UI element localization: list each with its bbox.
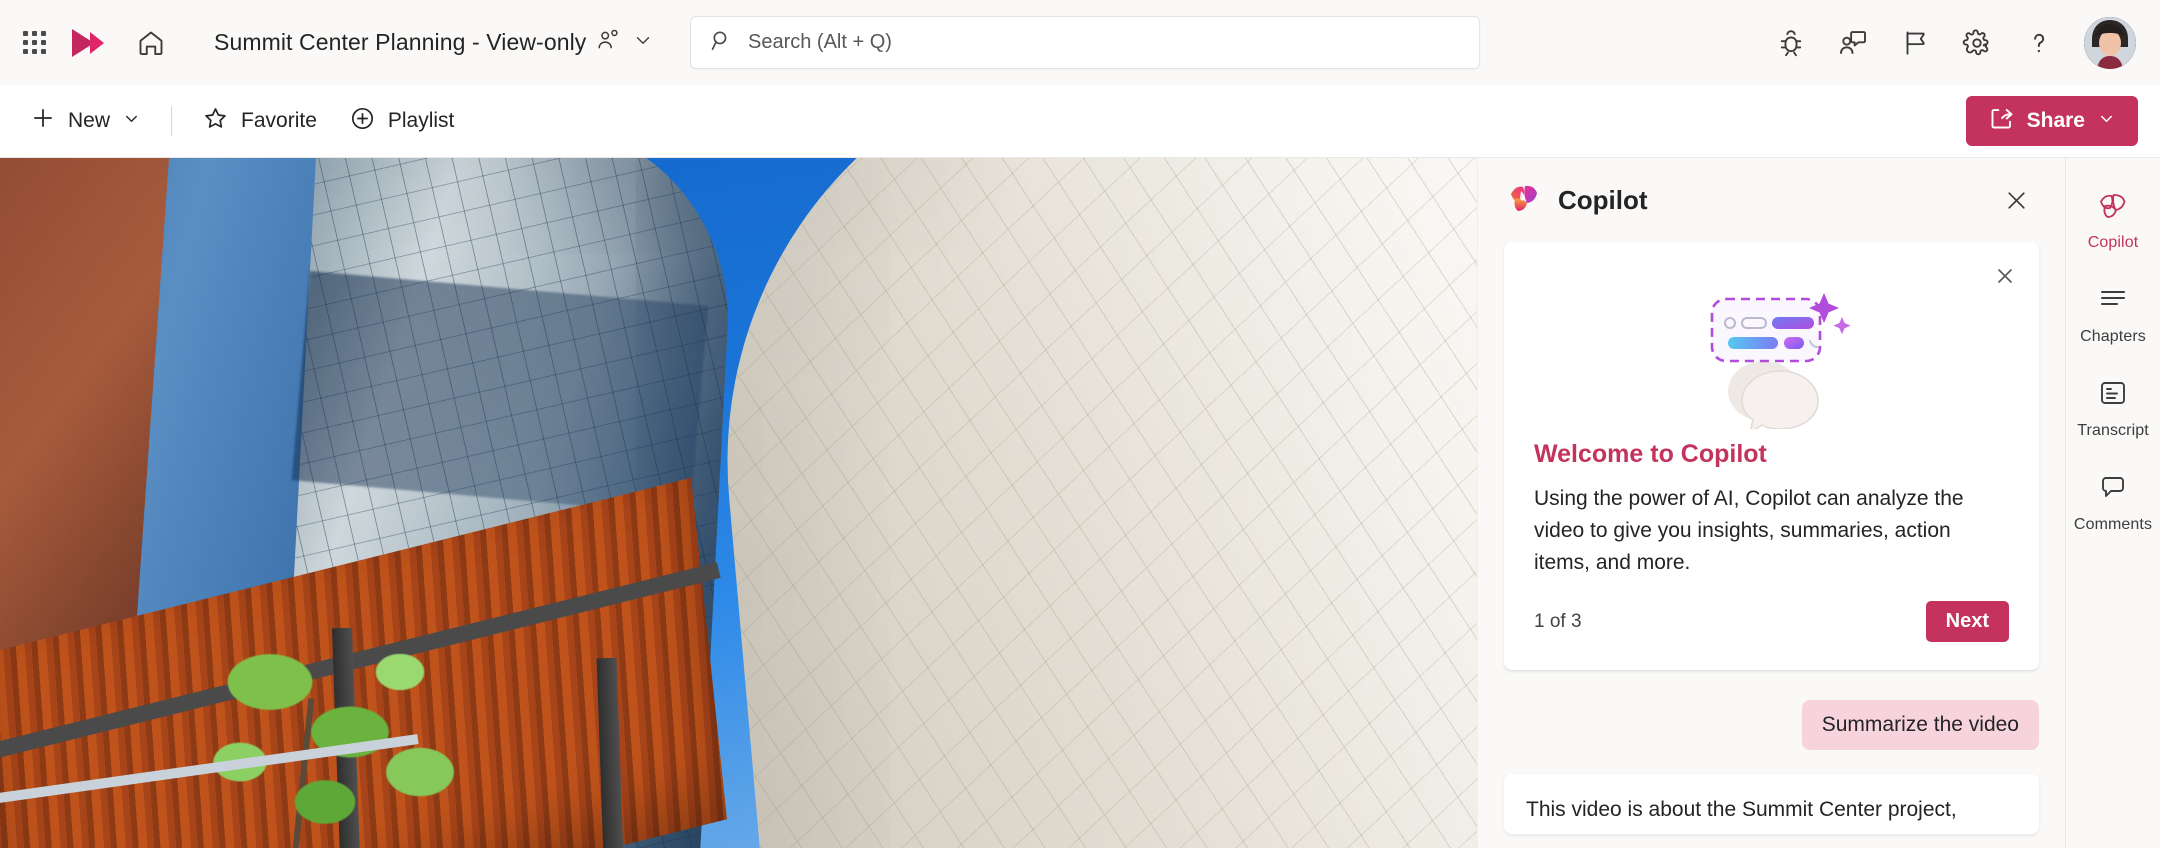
sidebar-item-label: Copilot bbox=[2087, 234, 2139, 251]
search-container bbox=[690, 16, 1480, 69]
chevron-down-icon[interactable] bbox=[632, 29, 654, 56]
home-icon[interactable] bbox=[124, 16, 178, 70]
command-divider bbox=[171, 106, 173, 136]
add-circle-icon bbox=[349, 105, 376, 138]
copilot-conversation[interactable]: Welcome to Copilot Using the power of AI… bbox=[1478, 242, 2065, 848]
search-icon bbox=[709, 28, 734, 58]
user-message-bubble: Summarize the video bbox=[1801, 700, 2039, 750]
app-launcher-icon[interactable] bbox=[10, 19, 58, 67]
assistant-message-bubble: This video is about the Summit Center pr… bbox=[1504, 774, 2039, 834]
favorite-button[interactable]: Favorite bbox=[186, 97, 333, 145]
copilot-panel-title: Copilot bbox=[1558, 184, 1648, 215]
close-icon[interactable] bbox=[1993, 177, 2039, 223]
command-bar: New Favorite Playlist Share bbox=[0, 85, 2160, 158]
tower-shadow-band bbox=[291, 270, 709, 516]
chat-message-assistant: This video is about the Summit Center pr… bbox=[1504, 774, 2039, 834]
welcome-card-footer: 1 of 3 Next bbox=[1534, 601, 2009, 642]
facade-tile-grid bbox=[692, 158, 1477, 848]
chapters-icon bbox=[2096, 282, 2130, 321]
content-area: Copilot Welcome to Copilot Using the pow… bbox=[0, 158, 2160, 848]
stream-logo-icon[interactable] bbox=[58, 26, 118, 60]
copilot-welcome-illustration bbox=[1534, 268, 2009, 440]
shared-people-icon bbox=[596, 27, 622, 58]
welcome-card-body: Using the power of AI, Copilot can analy… bbox=[1534, 487, 1964, 574]
document-title[interactable]: Summit Center Planning - View-only bbox=[206, 21, 662, 64]
chevron-down-icon bbox=[2097, 109, 2116, 134]
new-button[interactable]: New bbox=[14, 97, 157, 145]
chat-message-user: Summarize the video bbox=[1504, 700, 2039, 750]
flag-icon[interactable] bbox=[1888, 16, 1942, 70]
playlist-button[interactable]: Playlist bbox=[333, 97, 471, 145]
comment-icon bbox=[2096, 470, 2130, 509]
welcome-card-counter: 1 of 3 bbox=[1534, 610, 1582, 632]
share-button-label: Share bbox=[2026, 109, 2085, 132]
star-icon bbox=[202, 105, 229, 138]
copilot-panel: Copilot Welcome to Copilot Using the pow… bbox=[1477, 158, 2065, 848]
share-button[interactable]: Share bbox=[1965, 96, 2138, 146]
sidebar-item-label: Chapters bbox=[2080, 328, 2146, 345]
next-button[interactable]: Next bbox=[1925, 601, 2009, 642]
sidebar-item-comments[interactable]: Comments bbox=[2070, 458, 2156, 542]
new-button-label: New bbox=[68, 109, 111, 132]
avatar[interactable] bbox=[2084, 16, 2136, 69]
app-launcher-grid bbox=[22, 31, 46, 54]
sidebar-item-transcript[interactable]: Transcript bbox=[2070, 364, 2156, 448]
share-icon bbox=[1988, 105, 2015, 138]
top-navigation-bar: Summit Center Planning - View-only bbox=[0, 0, 2160, 85]
tree-foliage bbox=[150, 572, 510, 848]
topbar-actions bbox=[1764, 16, 2136, 70]
feedback-person-icon[interactable] bbox=[1826, 16, 1880, 70]
right-rail: Copilot Chapters Transcript Comments bbox=[2065, 158, 2160, 848]
favorite-button-label: Favorite bbox=[241, 109, 317, 132]
chevron-down-icon bbox=[122, 109, 141, 134]
search-input[interactable] bbox=[748, 31, 1461, 54]
welcome-card-heading: Welcome to Copilot bbox=[1534, 440, 1767, 468]
sidebar-item-chapters[interactable]: Chapters bbox=[2070, 270, 2156, 354]
gear-icon[interactable] bbox=[1950, 16, 2004, 70]
sidebar-item-label: Comments bbox=[2073, 516, 2153, 533]
copilot-header: Copilot bbox=[1478, 158, 2065, 242]
video-player[interactable] bbox=[0, 158, 1477, 848]
page-title: Summit Center Planning - View-only bbox=[214, 29, 587, 55]
bug-report-icon[interactable] bbox=[1764, 16, 1818, 70]
sidebar-item-copilot[interactable]: Copilot bbox=[2070, 176, 2156, 260]
search-box[interactable] bbox=[690, 16, 1480, 69]
transcript-icon bbox=[2096, 376, 2130, 415]
plus-icon bbox=[30, 105, 56, 137]
white-tiled-facade bbox=[692, 158, 1477, 848]
sidebar-item-label: Transcript bbox=[2077, 422, 2149, 439]
playlist-button-label: Playlist bbox=[387, 109, 455, 132]
close-icon[interactable] bbox=[1985, 256, 2025, 296]
copilot-welcome-card: Welcome to Copilot Using the power of AI… bbox=[1504, 242, 2039, 670]
copilot-icon bbox=[2096, 188, 2130, 227]
help-icon[interactable] bbox=[2012, 16, 2066, 70]
copilot-logo-icon bbox=[1506, 180, 1542, 221]
